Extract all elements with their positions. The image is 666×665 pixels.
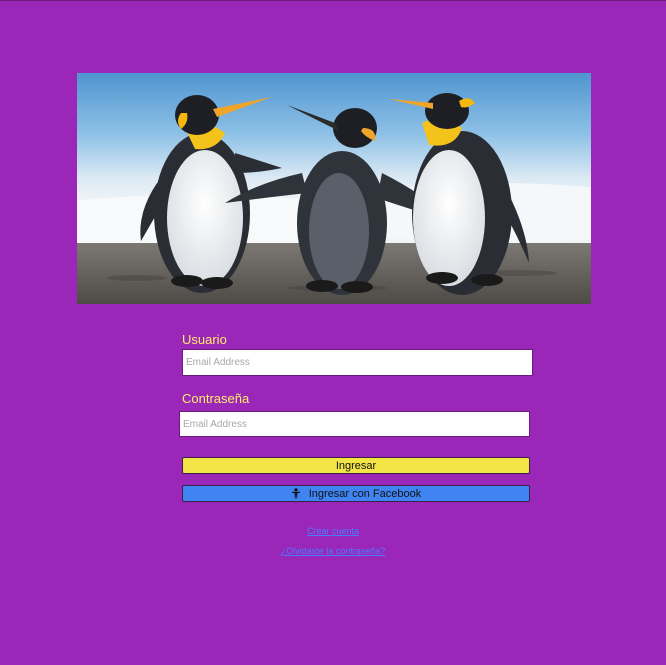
person-icon bbox=[291, 488, 301, 499]
username-label: Usuario bbox=[182, 332, 227, 347]
username-input[interactable] bbox=[182, 349, 533, 376]
penguins-image bbox=[77, 73, 591, 304]
facebook-login-button[interactable]: Ingresar con Facebook bbox=[182, 485, 530, 502]
login-button-label: Ingresar bbox=[335, 459, 377, 472]
create-account-link[interactable]: Crear cuenta bbox=[307, 526, 359, 536]
login-button[interactable]: Ingresar bbox=[182, 457, 530, 474]
facebook-button-label: Ingresar con Facebook bbox=[308, 487, 422, 500]
forgot-password-link[interactable]: ¿Olvidaste la contraseña? bbox=[281, 546, 386, 556]
password-input[interactable] bbox=[179, 411, 530, 437]
password-label: Contraseña bbox=[182, 391, 250, 406]
